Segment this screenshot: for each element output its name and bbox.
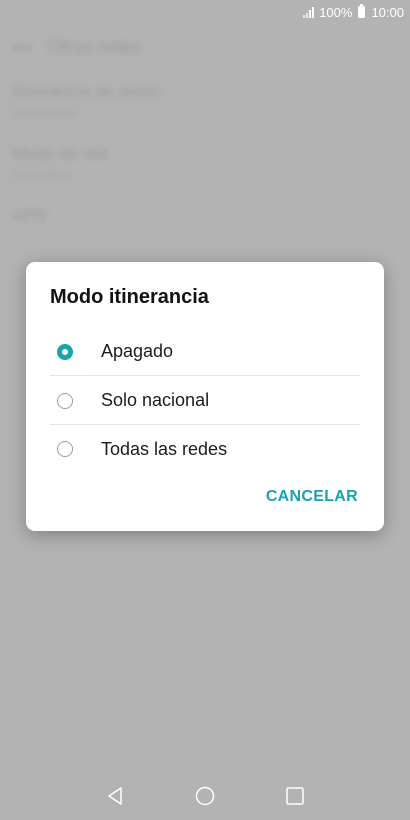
radio-unselected-icon[interactable] [57,392,73,409]
radio-selected-icon[interactable] [57,343,73,360]
background-item-title: Modo de red [12,144,108,163]
option-apagado[interactable]: Apagado [50,328,360,376]
roaming-mode-dialog: Modo itinerancia Apagado Solo nacional T… [26,262,384,531]
background-item: APN [0,194,410,242]
option-label: Todas las redes [101,438,228,459]
radio-unselected-icon[interactable] [57,441,73,457]
background-back-icon [12,45,32,49]
option-todas-las-redes[interactable]: Todas las redes [50,425,360,473]
battery-percentage: 100% [319,4,353,20]
background-item-subtitle: Desactivado [12,106,79,120]
recents-icon[interactable] [284,785,306,807]
background-header: Otras redes [0,24,410,70]
cancel-button[interactable]: CANCELAR [266,488,358,506]
back-icon[interactable] [104,785,126,807]
option-label: Apagado [101,341,174,361]
background-item: Itinerancia de datos Desactivado [0,70,410,132]
dialog-title: Modo itinerancia [50,286,209,308]
option-label: Solo nacional [101,390,210,410]
navigation-bar [0,772,410,820]
background-item-title: APN [12,206,47,225]
signal-icon [303,6,315,18]
option-solo-nacional[interactable]: Solo nacional [50,377,360,425]
clock: 10:00 [371,4,404,20]
background-header-title: Otras redes [48,36,143,57]
battery-icon [358,4,366,18]
background-item: Modo de red Automático [0,132,410,194]
home-icon[interactable] [194,785,216,807]
background-item-subtitle: Automático [12,168,73,182]
status-bar: 100% 10:00 [0,0,410,24]
background-item-title: Itinerancia de datos [12,82,161,101]
